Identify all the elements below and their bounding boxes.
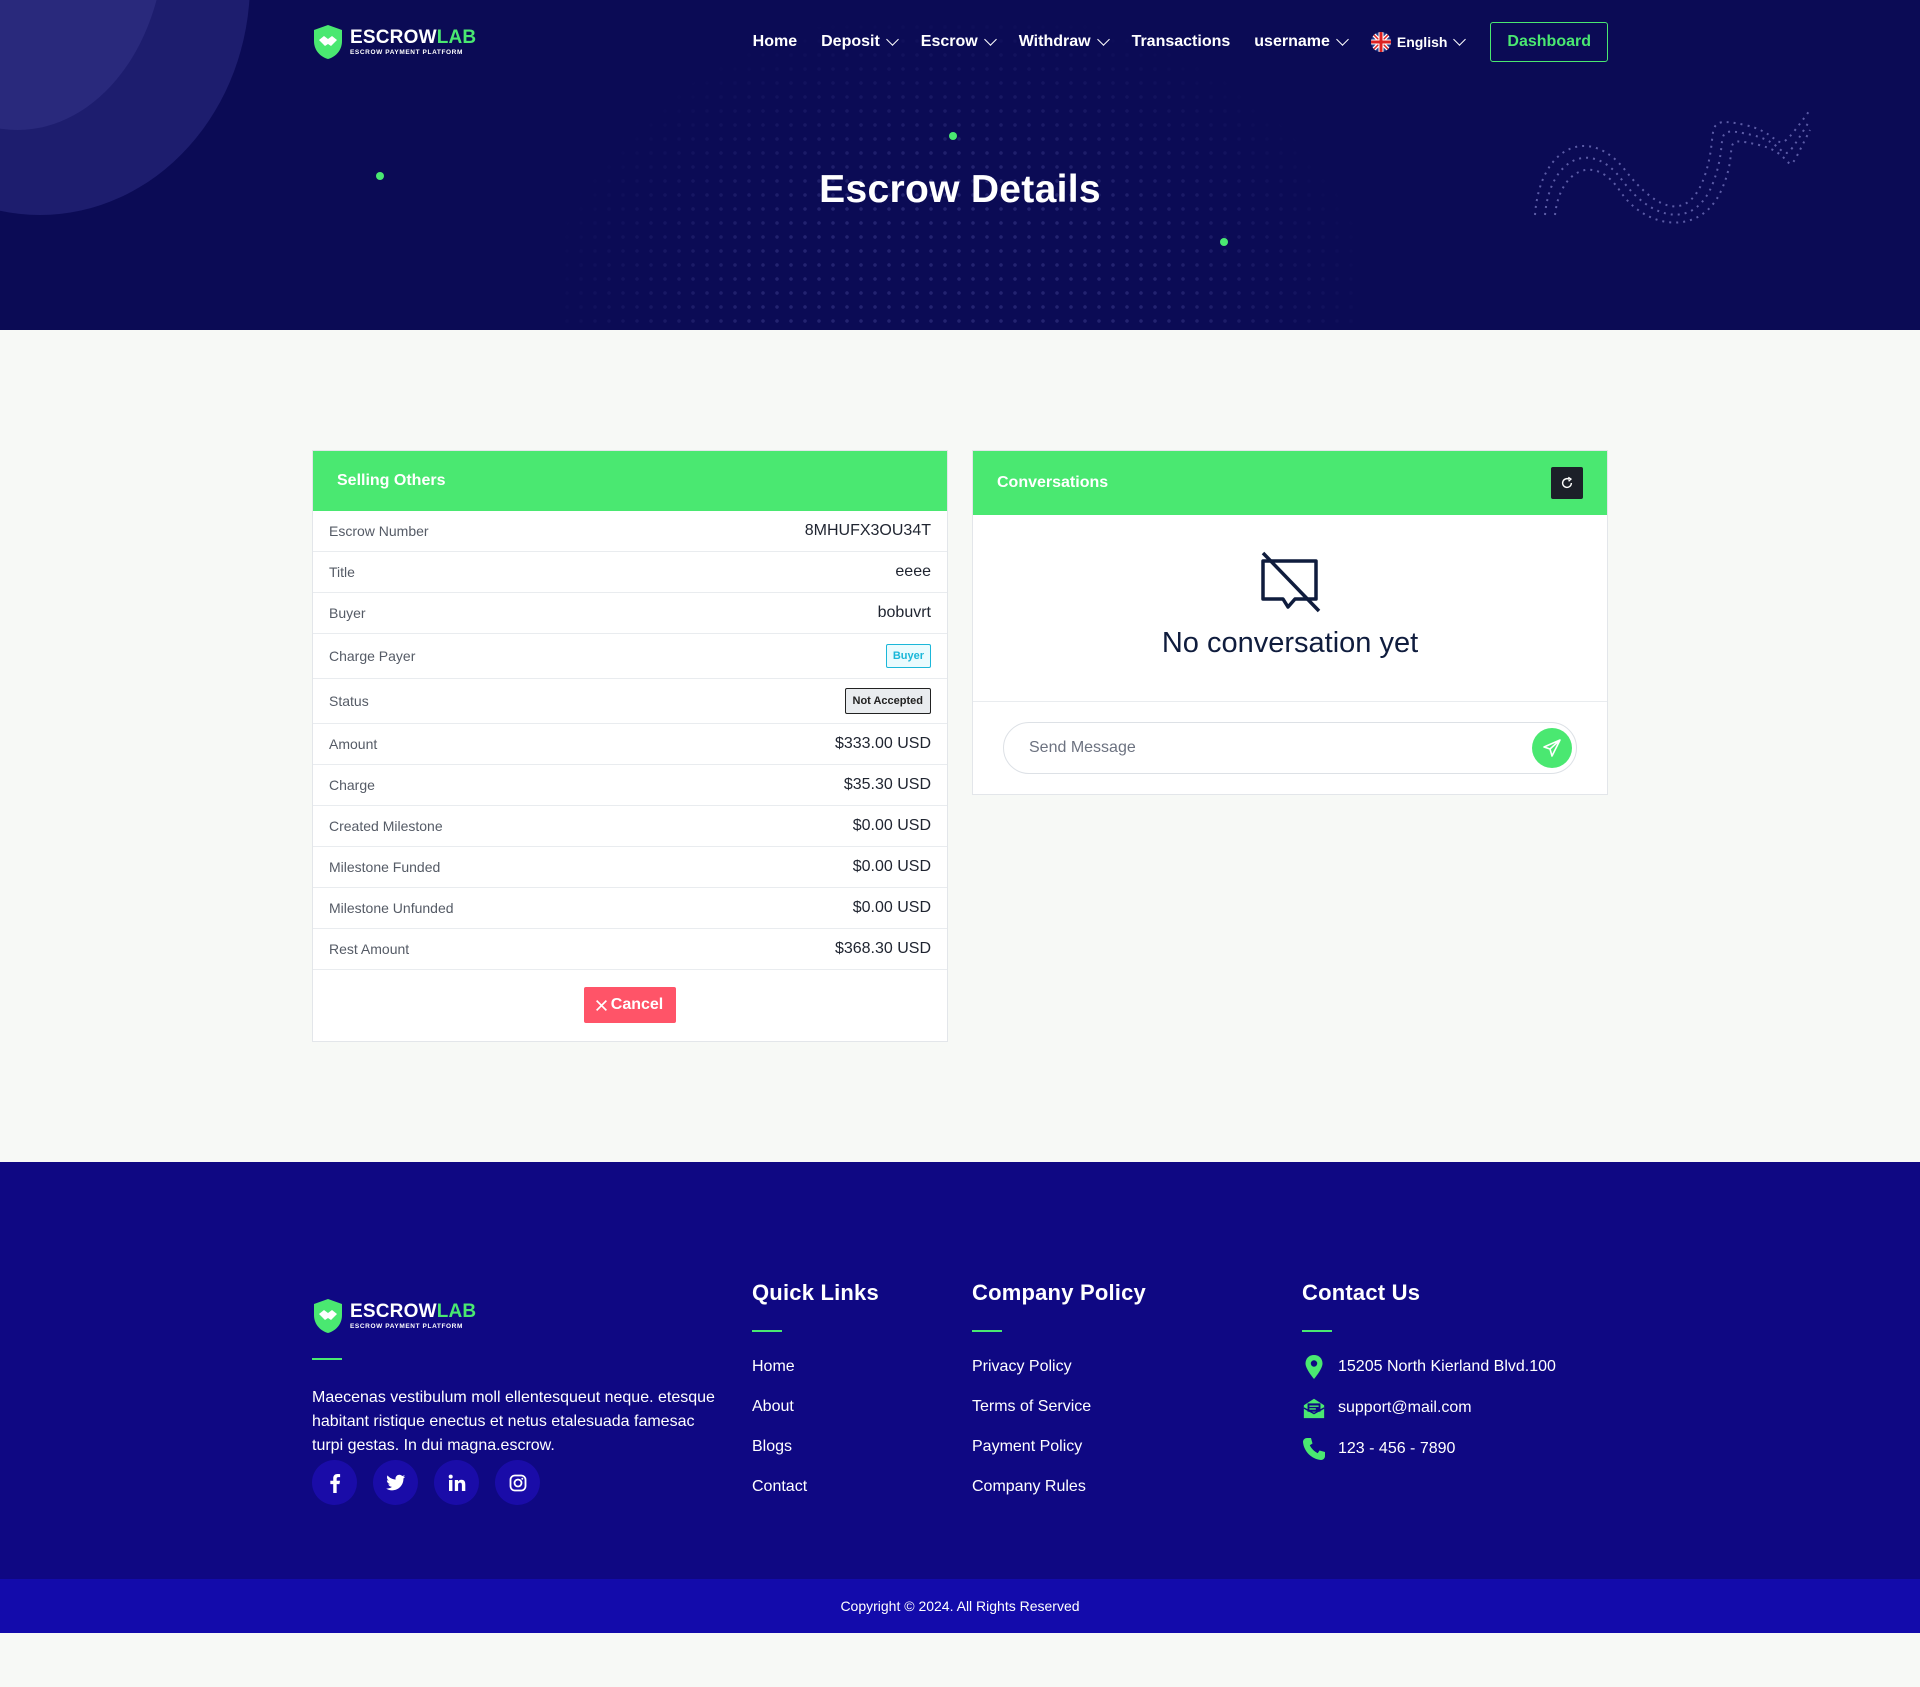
uk-flag-icon [1370,32,1391,52]
chevron-down-icon [1335,33,1349,46]
nav-user-menu[interactable]: username [1254,33,1349,51]
brand-tagline: ESCROW PAYMENT PLATFORM [350,1322,463,1330]
page-title: Escrow Details [819,168,1101,211]
divider [752,1330,782,1332]
brand-name-accent: LAB [436,26,477,48]
nav-withdraw[interactable]: Withdraw [1019,33,1110,51]
quick-links-title: Quick Links [752,1280,879,1305]
footer-contact: Contact Us 15205 North Kierland Blvd.100… [1302,1280,1556,1461]
language-select[interactable]: English [1370,32,1467,52]
detail-row-title: Title eeee [313,552,947,593]
cancel-button[interactable]: Cancel [583,987,677,1023]
linkedin-icon[interactable] [434,1460,479,1505]
divider [312,1358,342,1360]
decorative-dot [1220,238,1228,246]
status-badge: Not Accepted [844,688,931,714]
top-navbar: ESCROWLAB ESCROW PAYMENT PLATFORM Home D… [312,21,1608,63]
location-pin-icon [1305,1354,1323,1379]
instagram-icon[interactable] [495,1460,540,1505]
detail-row-status: Status Not Accepted [313,679,947,724]
conversations-card-header: Conversations [973,451,1607,515]
site-footer: ESCROWLAB ESCROW PAYMENT PLATFORM Maecen… [0,1162,1920,1633]
close-icon [595,999,607,1011]
footer-link-contact[interactable]: Contact [752,1477,879,1497]
empty-state-text: No conversation yet [1161,627,1419,659]
footer-quick-links: Quick Links Home About Blogs Contact [752,1280,879,1497]
detail-row-amount: Amount $333.00 USD [313,724,947,765]
main-menu: Home Deposit Escrow Withdraw Transaction… [753,22,1608,62]
footer-link-payment-policy[interactable]: Payment Policy [972,1437,1146,1457]
brand-name: ESCROW [350,26,437,48]
footer-link-home[interactable]: Home [752,1357,879,1377]
divider [972,1330,1002,1332]
brand-tagline: ESCROW PAYMENT PLATFORM [350,48,463,56]
detail-row-created-milestone: Created Milestone $0.00 USD [313,806,947,847]
contact-address: 15205 North Kierland Blvd.100 [1302,1354,1556,1379]
message-input[interactable] [1029,739,1532,757]
footer-link-about[interactable]: About [752,1397,879,1417]
footer-link-company-rules[interactable]: Company Rules [972,1477,1146,1497]
footer-company-policy: Company Policy Privacy Policy Terms of S… [972,1280,1146,1497]
charge-payer-badge: Buyer [885,644,931,668]
brand-name-accent: LAB [436,1300,477,1322]
chevron-down-icon [1096,33,1110,46]
no-chat-icon [1261,551,1321,613]
detail-row-escrow-number: Escrow Number 8MHUFX3OU34T [313,511,947,552]
detail-row-charge: Charge $35.30 USD [313,765,947,806]
footer-link-terms-of-service[interactable]: Terms of Service [972,1397,1146,1417]
language-label: English [1396,34,1448,50]
shield-logo-icon [314,1299,342,1333]
copyright-bar: Copyright © 2024. All Rights Reserved [0,1579,1920,1633]
detail-row-milestone-unfunded: Milestone Unfunded $0.00 USD [313,888,947,929]
footer-link-blogs[interactable]: Blogs [752,1437,879,1457]
company-policy-title: Company Policy [972,1280,1146,1305]
phone-icon [1303,1437,1325,1460]
message-composer [1003,722,1577,774]
detail-row-buyer: Buyer bobuvrt [313,593,947,634]
divider [1302,1330,1332,1332]
twitter-icon[interactable] [373,1460,418,1505]
send-icon [1543,739,1561,757]
conversations-card: Conversations No conversation yet [972,450,1608,795]
conversations-title: Conversations [997,474,1109,491]
refresh-icon [1561,476,1573,489]
empty-conversation-state: No conversation yet [973,515,1607,702]
hero-banner: ESCROWLAB ESCROW PAYMENT PLATFORM Home D… [0,0,1920,330]
detail-row-charge-payer: Charge Payer Buyer [313,634,947,679]
contact-us-title: Contact Us [1302,1280,1421,1305]
send-button[interactable] [1532,728,1572,768]
social-links [312,1460,722,1505]
contact-phone[interactable]: 123 - 456 - 7890 [1302,1436,1556,1461]
nav-deposit[interactable]: Deposit [821,33,899,51]
nav-home[interactable]: Home [753,33,797,51]
shield-logo-icon [314,25,342,59]
detail-row-milestone-funded: Milestone Funded $0.00 USD [313,847,947,888]
chevron-down-icon [1453,33,1467,46]
dashboard-button[interactable]: Dashboard [1490,22,1608,62]
footer-about-text: Maecenas vestibulum moll ellentesqueut n… [312,1389,715,1454]
nav-escrow[interactable]: Escrow [921,33,997,51]
contact-email[interactable]: support@mail.com [1302,1395,1556,1420]
nav-transactions[interactable]: Transactions [1132,33,1231,51]
brand-logo[interactable]: ESCROWLAB ESCROW PAYMENT PLATFORM [312,24,476,60]
brand-name: ESCROW [350,1300,437,1322]
footer-link-privacy-policy[interactable]: Privacy Policy [972,1357,1146,1377]
escrow-details-card: Selling Others Escrow Number 8MHUFX3OU34… [312,450,948,1042]
details-card-header: Selling Others [313,451,947,511]
mail-icon [1303,1398,1325,1418]
footer-logo[interactable]: ESCROWLAB ESCROW PAYMENT PLATFORM [312,1298,722,1334]
main-content: Selling Others Escrow Number 8MHUFX3OU34… [0,330,1920,1162]
chevron-down-icon [885,33,899,46]
facebook-icon[interactable] [312,1460,357,1505]
chevron-down-icon [983,33,997,46]
detail-row-rest-amount: Rest Amount $368.30 USD [313,929,947,970]
refresh-button[interactable] [1551,467,1583,499]
decorative-dot [949,132,957,140]
footer-about: ESCROWLAB ESCROW PAYMENT PLATFORM Maecen… [312,1298,722,1505]
